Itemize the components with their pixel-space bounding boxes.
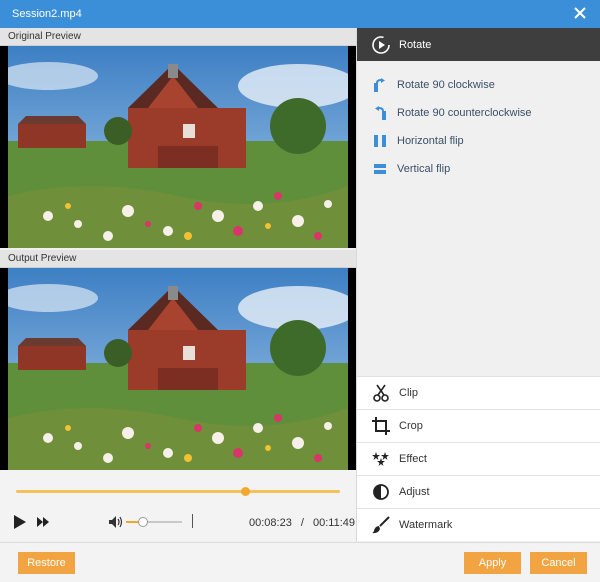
rotate-clockwise-label: Rotate 90 clockwise <box>397 79 495 91</box>
brush-icon <box>372 516 390 534</box>
vertical-flip-label: Vertical flip <box>397 163 451 175</box>
tool-crop-label: Crop <box>399 420 423 432</box>
horizontal-flip-label: Horizontal flip <box>397 135 464 147</box>
output-preview-label: Output Preview <box>0 250 356 268</box>
original-preview <box>0 46 356 248</box>
play-icon[interactable] <box>14 515 26 529</box>
tool-clip[interactable]: Clip <box>357 376 600 409</box>
rotate-clockwise-option[interactable]: Rotate 90 clockwise <box>357 73 600 97</box>
timeline-knob[interactable] <box>240 487 250 496</box>
restore-button[interactable]: Restore <box>18 552 75 574</box>
rotate-counterclockwise-label: Rotate 90 counterclockwise <box>397 107 532 119</box>
window-title: Session2.mp4 <box>12 8 82 20</box>
rotate-tab[interactable]: Rotate <box>357 28 600 61</box>
output-preview <box>0 268 356 470</box>
controls-divider <box>192 514 193 528</box>
preview-panel: Original Preview Output Preview 00:08:23… <box>0 28 356 542</box>
rotate-tab-label: Rotate <box>399 39 432 51</box>
playback-controls: 00:08:23 / 00:11:49 <box>0 470 356 542</box>
time-separator: / <box>300 517 304 529</box>
volume-knob[interactable] <box>137 517 148 527</box>
adjust-icon <box>373 484 389 500</box>
tool-clip-label: Clip <box>399 387 418 399</box>
apply-button[interactable]: Apply <box>464 552 521 574</box>
crop-icon <box>372 417 390 435</box>
tool-adjust-label: Adjust <box>399 486 430 498</box>
rotate-counterclockwise-option[interactable]: Rotate 90 counterclockwise <box>357 101 600 125</box>
original-preview-label: Original Preview <box>0 28 356 46</box>
rotate-counterclockwise-icon <box>375 106 386 120</box>
tool-watermark-label: Watermark <box>399 519 453 531</box>
tool-watermark[interactable]: Watermark <box>357 508 600 541</box>
rotate-clockwise-icon <box>374 78 385 92</box>
fast-forward-icon[interactable] <box>37 517 49 527</box>
volume-slider[interactable] <box>126 517 182 527</box>
effect-icon <box>372 452 389 466</box>
tool-effect[interactable]: Effect <box>357 442 600 475</box>
output-preview-image <box>8 268 348 470</box>
cancel-button[interactable]: Cancel <box>530 552 587 574</box>
tool-crop[interactable]: Crop <box>357 409 600 442</box>
tool-effect-label: Effect <box>399 453 427 465</box>
horizontal-flip-icon <box>374 135 386 147</box>
volume-icon[interactable] <box>109 516 123 528</box>
title-bar: Session2.mp4 <box>0 0 600 28</box>
total-time: 00:11:49 <box>313 517 356 529</box>
scissors-icon <box>373 384 389 402</box>
horizontal-flip-option[interactable]: Horizontal flip <box>357 129 600 153</box>
time-display: 00:08:23 / 00:11:49 <box>249 517 355 529</box>
current-time: 00:08:23 <box>249 517 292 529</box>
vertical-flip-icon <box>374 164 386 174</box>
original-preview-image <box>8 46 348 248</box>
rotate-icon <box>372 36 390 54</box>
tool-adjust[interactable]: Adjust <box>357 475 600 508</box>
vertical-flip-option[interactable]: Vertical flip <box>357 157 600 181</box>
dialog-footer: Restore Apply Cancel <box>0 542 600 582</box>
timeline-slider[interactable] <box>16 487 340 496</box>
close-icon[interactable] <box>572 5 588 21</box>
tools-panel: Rotate Rotate 90 clockwise Rotate 90 cou… <box>356 28 600 542</box>
